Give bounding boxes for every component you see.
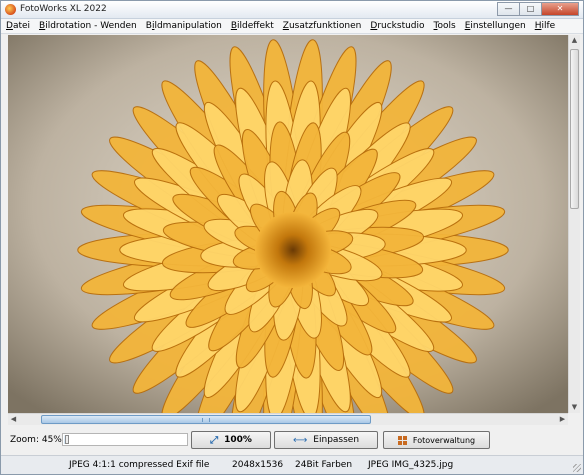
image-canvas[interactable] <box>8 35 568 413</box>
status-bar: JPEG 4:1:1 compressed Exif file 2048x153… <box>1 455 583 474</box>
horizontal-scrollbar[interactable]: ◀ ▶ <box>8 413 568 425</box>
close-icon: ✕ <box>556 4 564 13</box>
menu-item-0[interactable]: Datei <box>6 21 30 31</box>
menu-item-3[interactable]: Bildeffekt <box>231 21 274 31</box>
status-color-depth: 24Bit Farben <box>295 460 353 470</box>
zoom-slider[interactable] <box>62 433 188 446</box>
scroll-grip-icon <box>202 418 210 422</box>
status-filename: JPEG IMG_4325.jpg <box>368 460 454 470</box>
zoom-100-label: 100% <box>224 435 252 445</box>
menu-label-post: ildrotation - Wenden <box>45 21 137 31</box>
scroll-down-icon[interactable]: ▼ <box>569 402 580 413</box>
photo-grid-icon <box>397 435 407 445</box>
menu-item-5[interactable]: Druckstudio <box>370 21 424 31</box>
app-window: FotoWorks XL 2022 — □ ✕ Datei Bildrotatio… <box>0 0 584 475</box>
photo-manager-label: Fotoverwaltung <box>412 435 476 445</box>
menu-item-4[interactable]: Zusatzfunktionen <box>283 21 362 31</box>
vertical-scrollbar[interactable]: ▲ ▼ <box>568 35 580 413</box>
vertical-scroll-thumb[interactable] <box>570 49 579 209</box>
minimize-button[interactable]: — <box>497 2 519 16</box>
scroll-left-icon[interactable]: ◀ <box>8 414 19 425</box>
menu-item-2[interactable]: Bildmanipulation <box>146 21 222 31</box>
menu-label-accel: H <box>534 21 542 31</box>
resize-grip-icon[interactable] <box>573 464 581 472</box>
app-icon <box>5 4 16 15</box>
flower-core <box>255 212 331 288</box>
menu-label-post: usatzfunktionen <box>288 21 362 31</box>
menu-bar: Datei Bildrotation - Wenden Bildmanipulati… <box>1 19 583 34</box>
menu-item-6[interactable]: Tools <box>434 21 456 31</box>
fit-label: Einpassen <box>313 435 360 445</box>
bottom-toolbar: Zoom: 45% ⤢ 100% ⟷ Einpassen Fotoverwalt… <box>1 427 583 453</box>
status-format: JPEG 4:1:1 compressed Exif file <box>69 460 210 470</box>
photo-manager-button[interactable]: Fotoverwaltung <box>383 431 490 449</box>
menu-label-accel: D <box>6 21 13 31</box>
menu-label-post: ools <box>437 21 456 31</box>
menu-label-post: ildeffekt <box>237 21 274 31</box>
window-title: FotoWorks XL 2022 <box>20 4 107 14</box>
horizontal-scroll-thumb[interactable] <box>41 415 371 424</box>
menu-label-post: ruckstudio <box>377 21 425 31</box>
flower-photo <box>8 35 568 413</box>
maximize-icon: □ <box>526 4 535 13</box>
zoom-slider-knob[interactable] <box>65 435 69 444</box>
menu-label-post: atei <box>12 21 31 31</box>
minimize-icon: — <box>504 4 513 13</box>
expand-arrows-icon: ⤢ <box>210 434 219 446</box>
menu-label-post: ldmanipulation <box>154 21 222 31</box>
scroll-up-icon[interactable]: ▲ <box>569 35 580 46</box>
menu-item-1[interactable]: Bildrotation - Wenden <box>39 21 137 31</box>
zoom-label: Zoom: 45% <box>10 435 62 445</box>
menu-label-post: ilfe <box>541 21 556 31</box>
maximize-button[interactable]: □ <box>519 2 541 16</box>
window-controls: — □ ✕ <box>497 2 579 16</box>
title-bar[interactable]: FotoWorks XL 2022 — □ ✕ <box>1 1 583 19</box>
zoom-100-button[interactable]: ⤢ 100% <box>191 431 271 449</box>
status-dimensions: 2048x1536 <box>232 460 284 470</box>
fit-button[interactable]: ⟷ Einpassen <box>274 431 378 449</box>
fit-arrows-icon: ⟷ <box>292 434 308 446</box>
menu-label-post: instellungen <box>470 21 526 31</box>
menu-item-7[interactable]: Einstellungen <box>465 21 526 31</box>
menu-item-8[interactable]: Hilfe <box>535 21 556 31</box>
close-button[interactable]: ✕ <box>541 2 579 16</box>
scroll-right-icon[interactable]: ▶ <box>557 414 568 425</box>
